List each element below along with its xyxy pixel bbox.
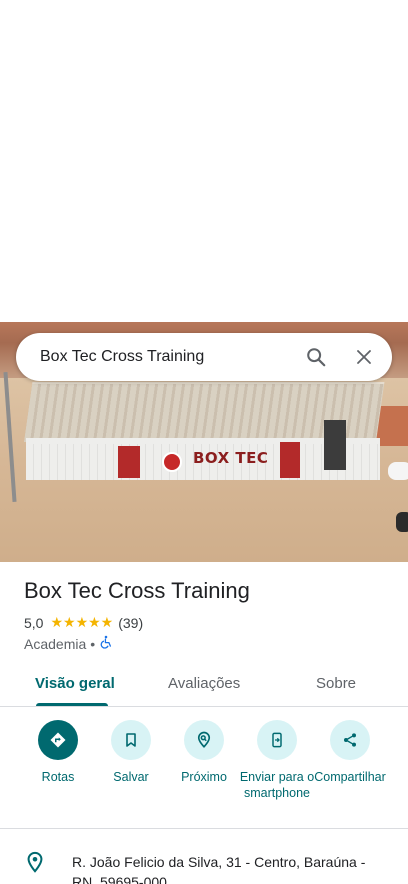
gym-logo-emblem (162, 452, 182, 472)
section-divider (0, 828, 408, 829)
share-button[interactable]: Compartilhar (312, 720, 388, 785)
review-count[interactable]: (39) (118, 615, 143, 631)
location-pin-icon (24, 850, 46, 879)
share-label: Compartilhar (314, 770, 386, 784)
tab-about[interactable]: Sobre (316, 675, 356, 692)
directions-icon (38, 720, 78, 760)
directions-label: Rotas (41, 770, 75, 784)
parked-car-dark (396, 512, 408, 532)
red-door-right (280, 442, 300, 478)
nearby-button[interactable]: Próximo (166, 720, 242, 785)
directions-button[interactable]: Rotas (20, 720, 96, 785)
building-sign: BOX TEC (193, 449, 269, 467)
map-blank-area (0, 0, 408, 322)
send-to-phone-label: Enviar para o smartphone (239, 770, 315, 800)
save-button[interactable]: Salvar (93, 720, 169, 785)
parked-car-white (388, 462, 408, 480)
nearby-icon (184, 720, 224, 760)
tab-reviews[interactable]: Avaliações (168, 675, 240, 692)
rating-stars: ★★★★★ (50, 614, 114, 630)
share-icon (330, 720, 370, 760)
search-icon[interactable] (292, 333, 340, 381)
address-row[interactable]: R. João Felicio da Silva, 31 - Centro, B… (0, 840, 408, 884)
place-category[interactable]: Academia (24, 636, 86, 652)
category-row: Academia • (24, 635, 113, 652)
place-title: Box Tec Cross Training (24, 578, 250, 603)
nearby-label: Próximo (181, 770, 227, 784)
rating-value: 5,0 (24, 614, 44, 631)
close-icon[interactable] (340, 333, 388, 381)
save-label: Salvar (113, 770, 149, 784)
bookmark-icon (111, 720, 151, 760)
send-to-phone-icon (257, 720, 297, 760)
place-tabs: Visão geral Avaliações Sobre (0, 664, 408, 707)
tab-overview[interactable]: Visão geral (35, 675, 115, 692)
red-door-left (118, 446, 140, 478)
rating-row[interactable]: 5,0 ★★★★★ (39) (24, 614, 143, 631)
search-input[interactable]: Box Tec Cross Training (40, 348, 292, 366)
send-to-phone-button[interactable]: Enviar para o smartphone (239, 720, 315, 801)
wheelchair-accessible-icon (99, 635, 113, 652)
separator-dot: • (90, 635, 96, 652)
active-tab-indicator (36, 703, 108, 706)
dark-gate (324, 420, 346, 470)
search-bar[interactable]: Box Tec Cross Training (16, 333, 392, 381)
address-text: R. João Felicio da Silva, 31 - Centro, B… (72, 854, 366, 884)
action-buttons: Rotas Salvar Próximo Enviar para o smart… (0, 720, 408, 820)
